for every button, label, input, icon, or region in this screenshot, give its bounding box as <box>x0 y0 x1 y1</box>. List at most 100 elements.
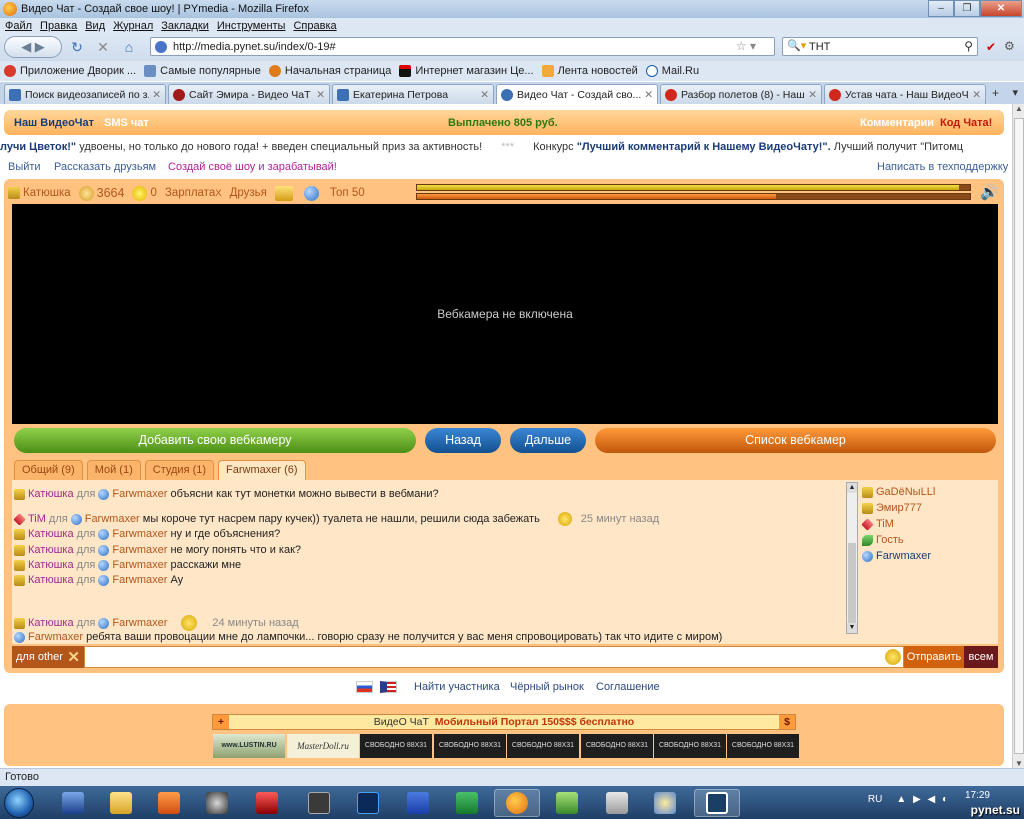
ad-banner[interactable]: СВОБОДНО 88X31 <box>727 734 799 758</box>
smiles-balance[interactable]: 0 <box>132 185 157 201</box>
emoticon-picker-icon[interactable] <box>885 649 901 665</box>
chat-code-link[interactable]: Код Чата! <box>940 117 992 129</box>
send-button[interactable]: Отправить <box>904 646 964 668</box>
taskbar-app[interactable] <box>244 789 290 817</box>
maximize-button[interactable]: ❐ <box>954 0 980 17</box>
create-show-link[interactable]: Создай своё шоу и зарабатывай! <box>168 161 337 173</box>
taskbar-app[interactable] <box>544 789 590 817</box>
browser-tab[interactable]: Разбор полетов (8) - Наш... ✕ <box>660 84 822 104</box>
next-button[interactable]: Дальше <box>510 428 586 453</box>
addon-icon[interactable]: ✔ <box>986 40 996 54</box>
wrench-icon[interactable]: ⚙ <box>1004 39 1015 53</box>
tab-close-icon[interactable]: ✕ <box>972 89 981 101</box>
send-all-button[interactable]: всем <box>964 646 998 668</box>
webcam-list-button[interactable]: Список вебкамер <box>595 428 996 453</box>
page-scroll-thumb[interactable] <box>1014 118 1024 754</box>
exit-link[interactable]: Выйти <box>8 161 41 173</box>
user-list-item[interactable]: GaDёNыLLl <box>862 484 998 500</box>
taskbar-app[interactable] <box>594 789 640 817</box>
stop-icon[interactable]: ✕ <box>92 39 114 56</box>
back-forward-button[interactable]: ◀ ▶ <box>4 36 62 58</box>
menu-tools[interactable]: Инструменты <box>217 20 286 32</box>
ad-banner[interactable]: СВОБОДНО 88X31 <box>581 734 653 758</box>
scroll-down-icon[interactable]: ▼ <box>847 623 857 633</box>
bookmark-item[interactable]: Интернет магазин Це... <box>399 65 534 77</box>
search-engine-icon[interactable]: 🔍▾ <box>787 39 806 52</box>
taskbar-app[interactable] <box>395 789 441 817</box>
ad-banner[interactable]: СВОБОДНО 88X31 <box>654 734 726 758</box>
browser-tab[interactable]: Екатерина Петрова ✕ <box>332 84 494 104</box>
back-button[interactable]: Назад <box>425 428 501 453</box>
site-identity-icon[interactable] <box>155 40 167 53</box>
top50-link[interactable]: Топ 50 <box>330 187 365 199</box>
bookmark-item[interactable]: Лента новостей <box>541 65 638 77</box>
taskbar-app[interactable] <box>50 789 96 817</box>
taskbar-app[interactable] <box>146 789 192 817</box>
taskbar-app-active[interactable] <box>494 789 540 817</box>
menu-history[interactable]: Журнал <box>113 20 153 32</box>
browser-tab[interactable]: Поиск видеозаписей по з... ✕ <box>4 84 166 104</box>
globe-button[interactable] <box>303 185 322 201</box>
message-input[interactable] <box>84 646 904 668</box>
tray-icons[interactable]: ▲ ▶ ◀ ◐ <box>896 794 950 805</box>
support-link[interactable]: Написать в техподдержку <box>877 161 1008 173</box>
browser-tab-active[interactable]: Видео Чат - Создай сво... ✕ <box>496 84 658 104</box>
sms-chat-link[interactable]: SMS чат <box>104 117 149 129</box>
taskbar-app[interactable] <box>345 789 391 817</box>
minimize-button[interactable]: – <box>928 0 954 17</box>
taskbar-app[interactable] <box>98 789 144 817</box>
browser-tab[interactable]: Устав чата - Наш ВидеоЧ... ✕ <box>824 84 986 104</box>
add-webcam-button[interactable]: Добавить свою вебкамеру <box>14 428 416 453</box>
ad-banner[interactable]: СВОБОДНО 88X31 <box>434 734 506 758</box>
tab-general[interactable]: Общий (9) <box>14 460 83 480</box>
tab-close-icon[interactable]: ✕ <box>316 89 325 101</box>
search-bar[interactable]: 🔍▾ ТНТ ⚲ <box>782 37 978 56</box>
ad-banner[interactable]: СВОБОДНО 88X31 <box>360 734 432 758</box>
russian-flag-icon[interactable] <box>356 681 373 693</box>
user-profile-link[interactable]: Катюшка <box>8 187 71 199</box>
taskbar-app[interactable] <box>694 789 740 817</box>
tab-close-icon[interactable]: ✕ <box>152 89 161 101</box>
menu-bookmarks[interactable]: Закладки <box>161 20 209 32</box>
scroll-down-icon[interactable]: ▼ <box>1015 759 1023 768</box>
start-button[interactable] <box>4 788 34 818</box>
salary-link[interactable]: Зарплата X <box>165 187 222 199</box>
menu-view[interactable]: Вид <box>85 20 105 32</box>
user-list-item[interactable]: Эмир777 <box>862 500 998 516</box>
tab-farwmaxer[interactable]: Farwmaxer (6) <box>218 460 306 480</box>
taskbar-app[interactable] <box>296 789 342 817</box>
new-tab-button[interactable]: + <box>992 86 999 100</box>
bookmark-item[interactable]: Приложение Дворик ... <box>4 65 136 77</box>
url-bar[interactable]: http://media.pynet.su/index/0-19# ☆ ▾ <box>150 37 775 56</box>
recipient-selector[interactable]: для other ✕ <box>12 646 84 668</box>
tab-mine[interactable]: Мой (1) <box>86 460 141 480</box>
ad-banner[interactable]: www.LUSTIN.RU <box>213 734 285 758</box>
user-list-item[interactable]: Гость <box>862 532 998 548</box>
ad-banner[interactable]: СВОБОДНО 88X31 <box>507 734 579 758</box>
english-flag-icon[interactable] <box>380 681 397 693</box>
reload-icon[interactable]: ↻ <box>66 39 88 56</box>
menu-edit[interactable]: Правка <box>40 20 77 32</box>
menu-help[interactable]: Справка <box>293 20 336 32</box>
tab-close-icon[interactable]: ✕ <box>480 89 489 101</box>
tab-list-button[interactable]: ▾ <box>1012 86 1018 99</box>
bookmark-item[interactable]: Начальная страница <box>268 65 391 77</box>
find-member-link[interactable]: Найти участника <box>414 681 500 693</box>
crown-button[interactable] <box>274 185 296 201</box>
agreement-link[interactable]: Соглашение <box>596 681 660 693</box>
promo-banner[interactable]: + ВидеО ЧаТ Мобильный Портал 150$$$ бесп… <box>212 714 796 730</box>
taskbar-app[interactable] <box>194 789 240 817</box>
taskbar-app[interactable] <box>642 789 688 817</box>
bookmark-star-icon[interactable]: ☆ ▾ <box>736 39 756 53</box>
menu-file[interactable]: Файл <box>5 20 32 32</box>
site-brand-link[interactable]: Наш ВидеоЧат <box>14 117 94 129</box>
ad-banner[interactable]: MasterDoll.ru <box>287 734 359 758</box>
bookmark-item[interactable]: Mail.Ru <box>645 65 699 77</box>
scroll-thumb[interactable] <box>848 543 856 623</box>
scroll-up-icon[interactable]: ▲ <box>847 483 857 493</box>
speaker-icon[interactable]: 🔊 <box>980 183 999 201</box>
tab-close-icon[interactable]: ✕ <box>644 89 653 101</box>
page-scrollbar[interactable]: ▲ ▼ <box>1012 104 1024 768</box>
bookmark-item[interactable]: Самые популярные <box>144 65 261 77</box>
scroll-up-icon[interactable]: ▲ <box>1015 104 1023 113</box>
